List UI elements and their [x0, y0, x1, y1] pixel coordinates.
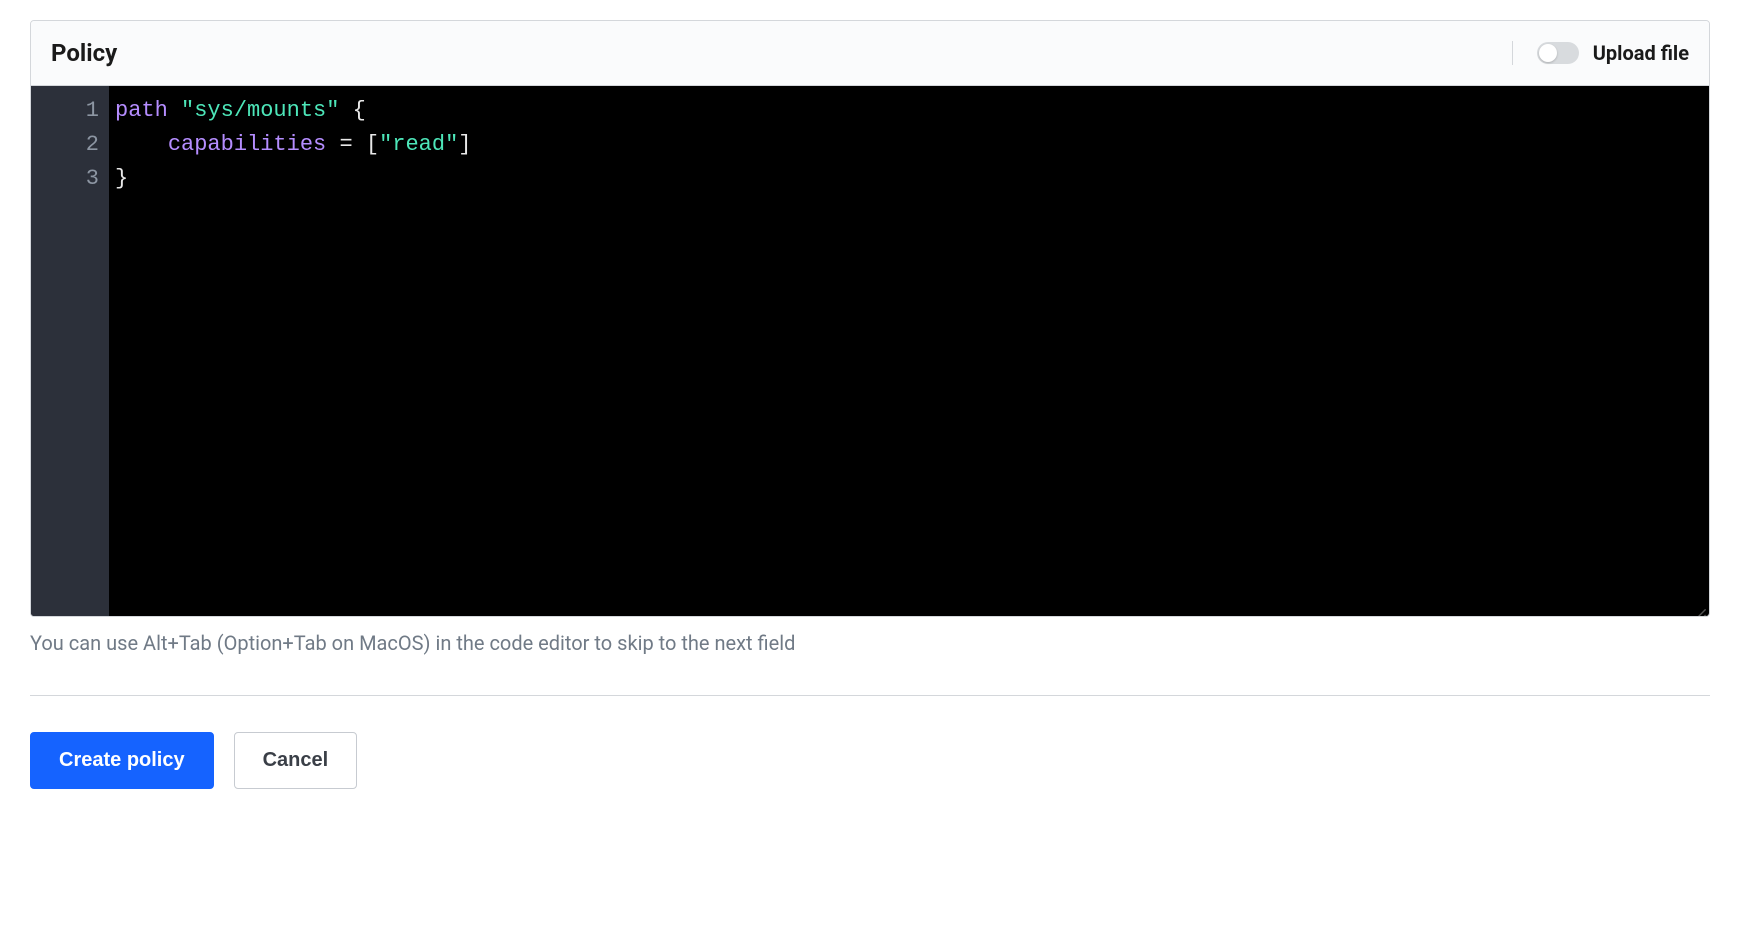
policy-panel-header: Policy Upload file [31, 21, 1709, 86]
code-content[interactable]: path "sys/mounts" { capabilities = ["rea… [109, 86, 1709, 616]
create-policy-button[interactable]: Create policy [30, 732, 214, 789]
code-line: } [115, 162, 1703, 196]
code-line: capabilities = ["read"] [115, 128, 1703, 162]
cancel-button[interactable]: Cancel [234, 732, 358, 789]
editor-hint: You can use Alt+Tab (Option+Tab on MacOS… [30, 631, 1710, 655]
resize-handle-icon[interactable] [1693, 600, 1707, 614]
policy-panel: Policy Upload file 123 path "sys/mounts"… [30, 20, 1710, 617]
line-number: 2 [31, 128, 99, 162]
line-number: 3 [31, 162, 99, 196]
upload-file-label: Upload file [1593, 41, 1689, 65]
policy-title: Policy [51, 39, 117, 67]
divider [30, 695, 1710, 696]
upload-file-toggle[interactable] [1537, 42, 1579, 64]
line-number: 1 [31, 94, 99, 128]
code-line: path "sys/mounts" { [115, 94, 1703, 128]
code-gutter: 123 [31, 86, 109, 616]
upload-section: Upload file [1512, 41, 1689, 65]
action-buttons: Create policy Cancel [30, 732, 1710, 789]
toggle-knob [1539, 44, 1557, 62]
policy-code-editor[interactable]: 123 path "sys/mounts" { capabilities = [… [31, 86, 1709, 616]
